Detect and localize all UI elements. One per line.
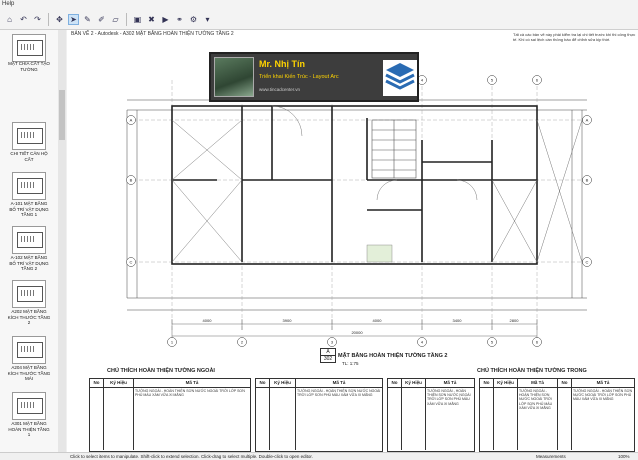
toolbar-divider [126,13,127,26]
grid-label: B [586,178,589,183]
author-role: Triển khai Kiến Trúc - Layout Arc [259,74,339,80]
menu-bar: Help [0,0,638,10]
home-icon[interactable]: ⌂ [4,14,15,25]
dimension-label: 4000 [373,318,383,323]
thumbnail-preview [12,226,46,254]
legend-cell: TƯỜNG NGOÀI - HOÀN THIỆN SƠN NƯỚC NGOÀI … [427,389,471,406]
legend-outer-title: CHÚ THÍCH HOÀN THIỆN TƯỜNG NGOÀI [107,368,215,374]
play-icon[interactable]: ▶ [160,14,171,25]
layers-logo-icon [383,60,417,96]
status-bar: Click to select items to manipulate. Shi… [0,452,638,460]
notes-annotation: Tất cả các bản vẽ này phải kiểm tra lại … [513,32,636,42]
thumbnail-preview [12,336,46,364]
thumbnail-caption: MẶT CHIA CẮT TẠO TƯỜNG [8,61,50,72]
legend-table-inner: No Ký Hiệu Mã Tả No Mã Tả TƯỜNG NGOÀI - … [479,378,635,452]
col-header: No [480,379,494,387]
author-photo [214,57,254,97]
thumbnail-caption: A-101 MẶT BẰNG BỐ TRÍ VẬT DỤNG TẦNG 1 [9,201,49,217]
col-header: Mã Tả [518,379,558,387]
zoom-level[interactable]: 100% [618,454,630,459]
col-header: Ký Hiệu [104,379,134,387]
col-header: Ký Hiệu [402,379,426,387]
legend-table-outer-2: No Ký Hiệu Mã Tả TƯỜNG NGOÀI - HOÀN THIỆ… [255,378,383,452]
col-header: Mã Tả [443,380,457,385]
eraser-icon[interactable]: ▱ [110,14,121,25]
col-header: No [388,379,402,387]
thumbnail-preview [12,34,46,62]
author-name: Mr. Nhị Tín [259,59,305,69]
dimension-label: 3400 [453,318,463,323]
chevron-down-icon[interactable]: ▾ [202,14,213,25]
thumbnail-preview [12,280,46,308]
col-header: Mã Tả [185,380,199,385]
sheet-number: 302 [320,356,336,363]
grid-label: A [130,118,133,123]
grid-label: A [586,118,589,123]
col-header: Mã Tả [332,380,346,385]
thumbnail-item[interactable]: A-101 MẶT BẰNG BỐ TRÍ VẬT DỤNG TẦNG 1 [7,172,51,218]
forward-icon[interactable]: ↷ [32,14,43,25]
sheet-code-box: A 302 [320,348,336,363]
col-header: No [558,379,572,387]
legend-cell: TƯỜNG NGOÀI - HOÀN THIỆN SƠN NƯỚC NGOÀI … [297,389,381,398]
author-website: www.tincadcenter.vn [259,87,301,92]
thumbnail-caption: A301 MẶT BẰNG HOÀN THIỆN TẦNG 1 [8,421,50,437]
author-banner: Mr. Nhị Tín Triển khai Kiến Trúc - Layou… [209,52,419,102]
settings-icon[interactable]: ⚙ [188,14,199,25]
col-header: No [90,379,104,387]
thumbnail-caption: A-102 MẶT BẰNG BỐ TRÍ VẬT DỤNG TẦNG 2 [9,255,49,271]
dimension-label: 4000 [203,318,213,323]
scrollbar-thumb[interactable] [59,90,65,140]
legend-cell: TƯỜNG NGOÀI - HOÀN THIỆN SƠN NƯỚC NGOÀI … [573,389,633,402]
sheet-code: A [320,348,336,356]
col-header: No [256,379,270,387]
thumbnail-item[interactable]: CHI TIẾT CĂN HỘ CẤT [7,122,51,162]
pan-icon[interactable]: ✥ [54,14,65,25]
highlight-area [366,244,393,263]
legend-table-outer-1: No Ký Hiệu Mã Tả TƯỜNG NGOÀI - HOÀN THIỆ… [89,378,251,452]
thumbnail-item[interactable]: A-102 MẶT BẰNG BỐ TRÍ VẬT DỤNG TẦNG 2 [7,226,51,272]
thumbnail-item[interactable]: A301 MẶT BẰNG HOÀN THIỆN TẦNG 1 [7,392,51,438]
dimension-total: 20000 [351,330,363,335]
grid-label: B [130,178,133,183]
thumbnail-preview [12,172,46,200]
thumbnail-preview [12,122,46,150]
toolbar-divider [48,13,49,26]
thumbnail-caption: A202 MẶT BẰNG KÍCH THƯỚC TẦNG 2 [7,309,51,325]
page-thumbnails-sidebar: MẶT CHIA CẮT TẠO TƯỜNG CHI TIẾT CĂN HỘ C… [0,30,66,452]
back-icon[interactable]: ↶ [18,14,29,25]
drawing-canvas[interactable]: BẢN VẼ 2 - Autodesk - A302 MẶT BẰNG HOÀN… [67,30,638,452]
thumbnail-item[interactable]: A202 MẶT BẰNG KÍCH THƯỚC TẦNG 2 [7,280,51,326]
thumbnail-caption: CHI TIẾT CĂN HỘ CẤT [10,151,48,162]
legend-cell: TƯỜNG NGOÀI - HOÀN THIỆN SƠN NƯỚC NGOÀI … [135,389,245,398]
sidebar-scrollbar[interactable] [58,30,66,452]
image-icon[interactable]: ▣ [132,14,143,25]
legend-table-outer-3: No Ký Hiệu Mã Tả TƯỜNG NGOÀI - HOÀN THIỆ… [387,378,475,452]
select-icon[interactable]: ➤ [68,14,79,25]
sheet-title: MẶT BẰNG HOÀN THIỆN TƯỜNG TẦNG 2 [338,353,448,359]
thumbnail-item[interactable]: A204 MẶT BẰNG KÍCH THƯỚC TẦNG MÁI [7,336,51,382]
legend-cell: TƯỜNG NGOÀI - HOÀN THIỆN SƠN NƯỚC NGOÀI … [518,388,558,450]
col-header: Ký Hiệu [494,379,518,387]
pen-icon[interactable]: ✎ [82,14,93,25]
legend-inner-title: CHÚ THÍCH HOÀN THIỆN TƯỜNG TRONG [477,368,587,374]
delete-icon[interactable]: ✖ [146,14,157,25]
thumbnail-caption: A204 MẶT BẰNG KÍCH THƯỚC TẦNG MÁI [7,365,51,381]
brush-icon[interactable]: ✐ [96,14,107,25]
dimension-label: 3900 [283,318,293,323]
grid-label: C [586,260,589,265]
thumbnail-preview [12,392,46,420]
menu-help[interactable]: Help [2,1,14,7]
thumbnail-item[interactable] [7,34,51,63]
col-header: Mã Tả [596,380,610,385]
thumbnail-item[interactable]: MẶT CHIA CẮT TẠO TƯỜNG [7,60,51,72]
col-header: Ký Hiệu [270,379,296,387]
measurement-dropdown[interactable]: Measurements [536,454,566,459]
grid-label: C [130,260,133,265]
dimension-label: 2800 [510,318,520,323]
sheet-scale: TL: 1:75 [342,361,359,366]
toolbar: ⌂ ↶ ↷ ✥ ➤ ✎ ✐ ▱ ▣ ✖ ▶ ⚭ ⚙ ▾ [0,10,638,30]
link-icon[interactable]: ⚭ [174,14,185,25]
status-message: Click to select items to manipulate. Shi… [70,454,313,459]
